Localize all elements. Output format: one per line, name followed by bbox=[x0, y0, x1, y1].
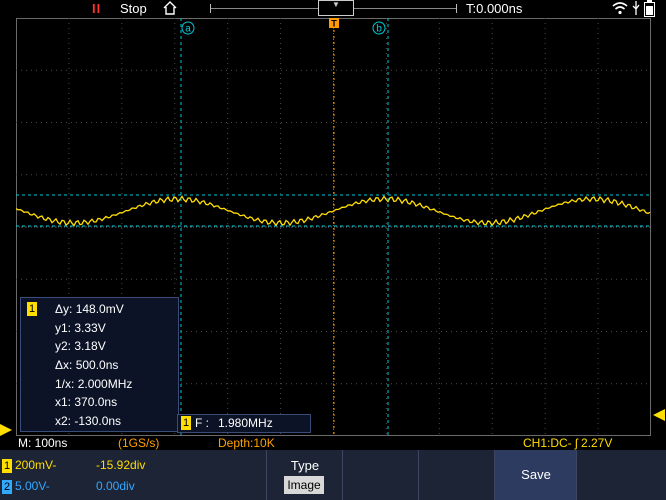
freq-label: F : bbox=[195, 416, 209, 430]
ch1-ground-marker[interactable] bbox=[0, 423, 16, 437]
ch2-badge: 2 bbox=[2, 480, 12, 494]
softkey-type[interactable]: Type Image bbox=[266, 450, 343, 500]
top-status-bar: II Stop ▼ T:0.000ns bbox=[0, 0, 666, 18]
memory-timeline-bar: ▼ bbox=[210, 0, 457, 16]
x2-label: x2: bbox=[55, 414, 72, 428]
x1-label: x1: bbox=[55, 395, 72, 409]
y2-value: 3.18V bbox=[74, 339, 106, 353]
bottom-status-bar: M: 100ns (1GS/s) Depth:10K CH1:DC- ʃ 2.2… bbox=[0, 436, 666, 450]
delta-y-label: Δy: bbox=[55, 302, 73, 316]
svg-text:T: T bbox=[331, 19, 337, 29]
home-icon[interactable] bbox=[162, 0, 178, 16]
softkey-blank-3[interactable] bbox=[576, 450, 666, 500]
usb-icon bbox=[632, 1, 640, 15]
delta-y-value: 148.0mV bbox=[75, 302, 124, 316]
trigger-time: T:0.000ns bbox=[466, 1, 523, 16]
y1-label: y1: bbox=[55, 321, 72, 335]
ch2-scale: 5.00V- bbox=[15, 479, 50, 493]
trigger-position-marker[interactable]: T bbox=[329, 18, 339, 29]
save-label: Save bbox=[521, 467, 551, 482]
wifi-icon bbox=[612, 2, 628, 15]
stop-indicator-icon: II bbox=[92, 1, 102, 16]
sample-rate: (1GS/s) bbox=[118, 436, 160, 450]
trigger-level-marker[interactable] bbox=[652, 408, 666, 422]
ch1-info[interactable]: 1 200mV- -15.92div bbox=[2, 458, 145, 476]
ch1-scale: 200mV- bbox=[15, 458, 57, 472]
y2-label: y2: bbox=[55, 339, 72, 353]
timebase[interactable]: M: 100ns bbox=[18, 436, 67, 450]
freq-value: 1.980MHz bbox=[218, 416, 273, 430]
softkey-blank-1[interactable] bbox=[342, 450, 419, 500]
ch2-offset: 0.00div bbox=[96, 479, 135, 493]
delta-x-value: 500.0ns bbox=[75, 358, 119, 372]
ch1-badge: 1 bbox=[2, 459, 12, 473]
trigger-status[interactable]: CH1:DC- ʃ 2.27V bbox=[523, 436, 612, 450]
type-label: Type bbox=[290, 458, 320, 473]
memory-depth[interactable]: Depth:10K bbox=[218, 436, 275, 450]
inv-x-label: 1/x: bbox=[55, 377, 75, 391]
channel-badge: 1 bbox=[27, 302, 37, 316]
inv-x-value: 2.000MHz bbox=[77, 377, 133, 391]
cursor-measure-panel: 1 Δy: 148.0mV y1: 3.33V y2: 3.18V Δx: 50… bbox=[20, 297, 179, 432]
x2-value: -130.0ns bbox=[74, 414, 122, 428]
x1-value: 370.0ns bbox=[74, 395, 118, 409]
y1-value: 3.33V bbox=[74, 321, 106, 335]
ch1-offset: -15.92div bbox=[96, 458, 146, 472]
svg-text:b: b bbox=[376, 24, 382, 35]
run-state: Stop bbox=[120, 1, 147, 16]
frequency-panel: 1 F : 1.980MHz bbox=[177, 414, 311, 433]
softkey-bar: 1 200mV- -15.92div 2 5.00V- 0.00div Type… bbox=[0, 450, 666, 500]
save-button[interactable]: Save bbox=[494, 450, 577, 500]
channel-badge: 1 bbox=[181, 416, 191, 430]
battery-icon bbox=[644, 0, 655, 17]
ch2-info[interactable]: 2 5.00V- 0.00div bbox=[2, 479, 135, 497]
type-value: Image bbox=[284, 476, 324, 494]
timeline-window: ▼ bbox=[318, 0, 354, 16]
delta-x-label: Δx: bbox=[55, 358, 73, 372]
svg-text:a: a bbox=[185, 24, 191, 35]
softkey-blank-2[interactable] bbox=[418, 450, 495, 500]
